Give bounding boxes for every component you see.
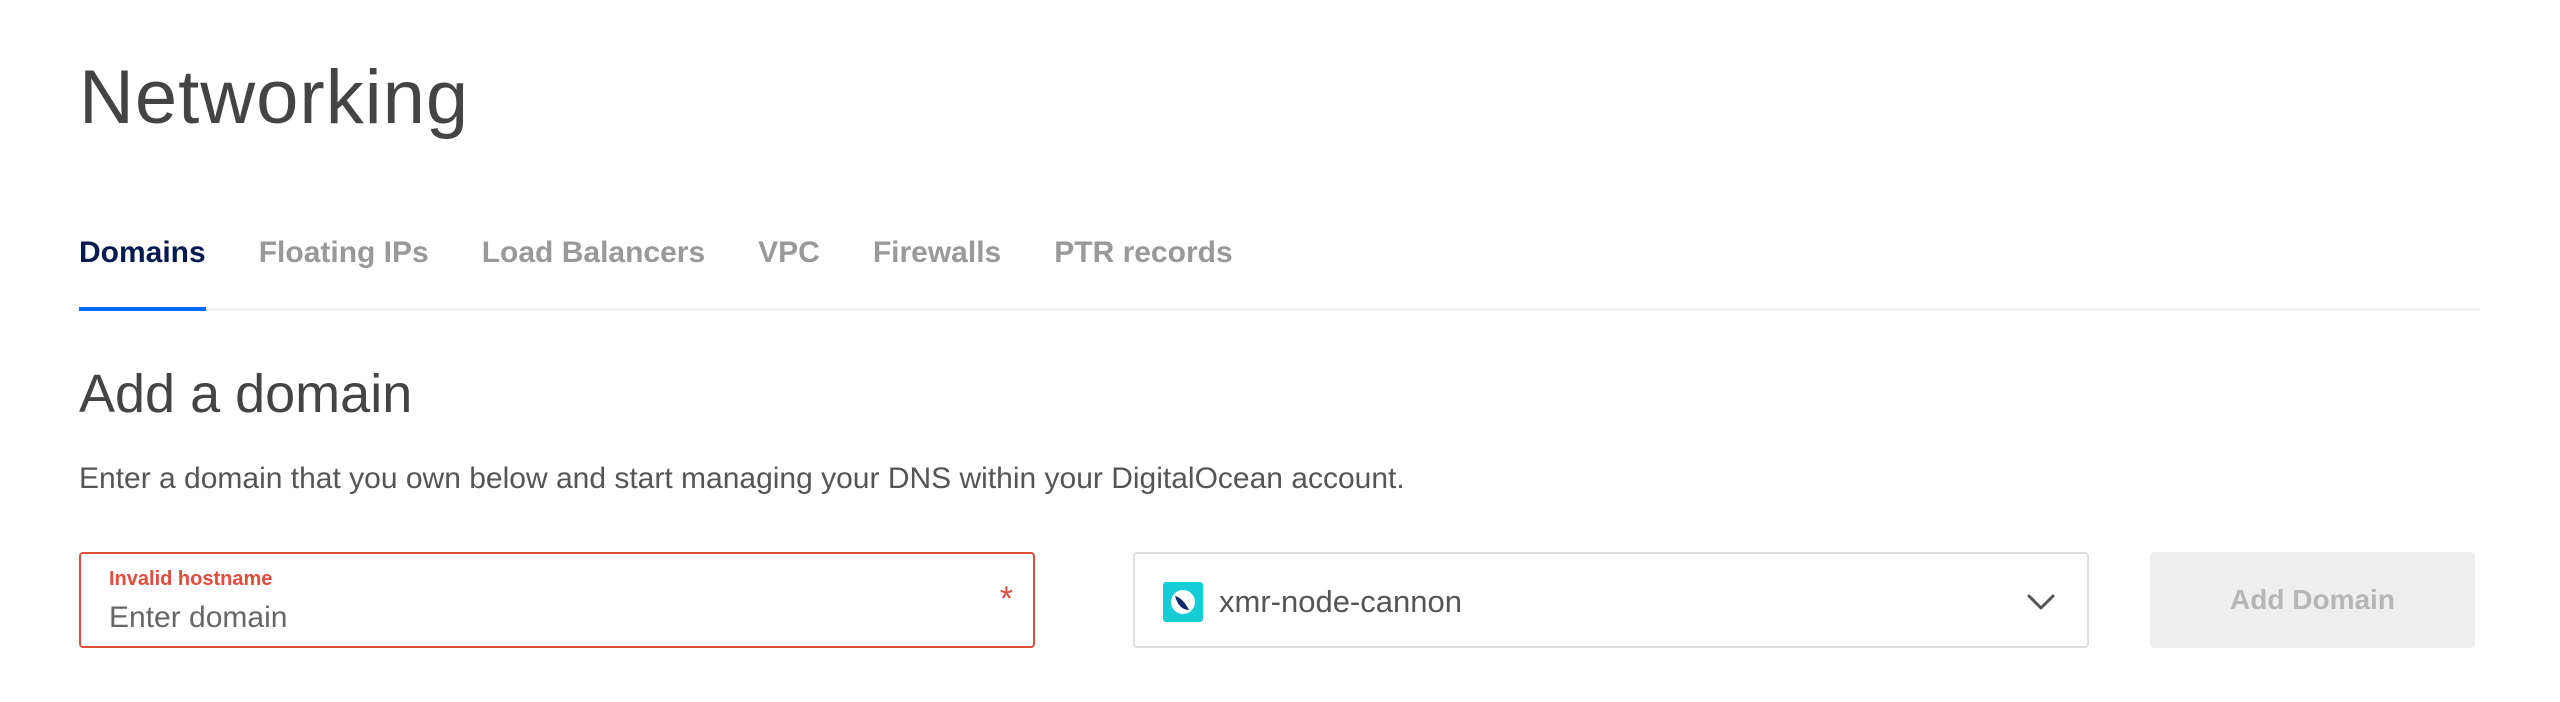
- required-asterisk: *: [999, 580, 1013, 618]
- tab-domains[interactable]: Domains: [79, 228, 206, 311]
- domain-field[interactable]: Invalid hostname *: [79, 552, 1035, 648]
- domain-input[interactable]: [109, 598, 969, 638]
- tab-firewalls[interactable]: Firewalls: [873, 228, 1001, 308]
- networking-tabs: Domains Floating IPs Load Balancers VPC …: [79, 228, 2480, 311]
- add-domain-description: Enter a domain that you own below and st…: [79, 462, 1405, 495]
- tab-floating-ips[interactable]: Floating IPs: [259, 228, 429, 308]
- droplet-select[interactable]: xmr-node-cannon: [1133, 552, 2089, 648]
- chevron-down-icon: [2027, 594, 2055, 610]
- domain-error-label: Invalid hostname: [109, 568, 273, 590]
- page-title: Networking: [79, 55, 470, 140]
- tab-load-balancers[interactable]: Load Balancers: [482, 228, 705, 308]
- droplet-icon: [1163, 582, 1203, 622]
- tab-vpc[interactable]: VPC: [758, 228, 820, 308]
- networking-page: Networking Domains Floating IPs Load Bal…: [0, 0, 2560, 702]
- tab-ptr-records[interactable]: PTR records: [1054, 228, 1232, 308]
- add-domain-heading: Add a domain: [79, 364, 413, 424]
- add-domain-button[interactable]: Add Domain: [2150, 552, 2475, 648]
- selected-droplet-name: xmr-node-cannon: [1219, 584, 1462, 619]
